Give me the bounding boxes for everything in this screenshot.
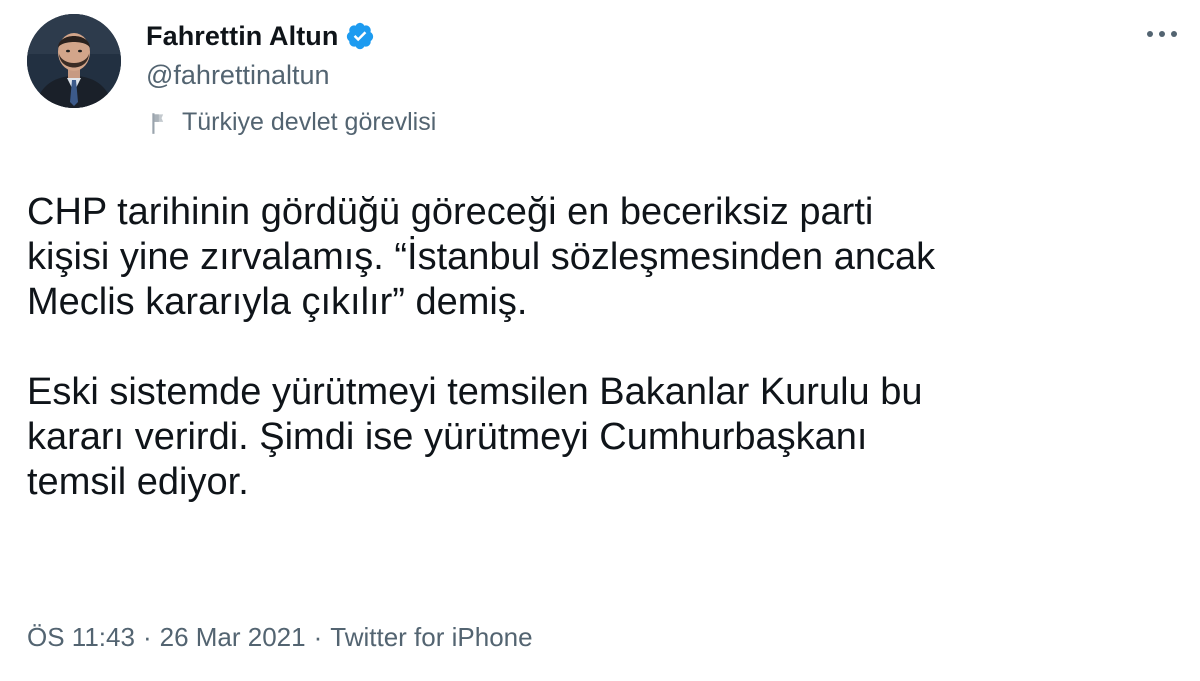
tweet-time[interactable]: ÖS 11:43: [27, 622, 135, 653]
tweet-source[interactable]: Twitter for iPhone: [330, 622, 532, 653]
tweet-paragraph-2: Eski sistemde yürütmeyi temsilen Bakanla…: [27, 371, 923, 503]
author-display-name[interactable]: Fahrettin Altun: [146, 21, 338, 52]
affiliation-label: Türkiye devlet görevlisi: [182, 108, 437, 136]
meta-separator: ·: [142, 622, 152, 652]
tweet-card: Fahrettin Altun @fahrettinaltun Türkiye …: [0, 0, 1200, 681]
avatar-image: [27, 14, 121, 108]
author-affiliation: Türkiye devlet görevlisi: [148, 108, 436, 137]
author-handle[interactable]: @fahrettinaltun: [146, 60, 330, 91]
tweet-text: CHP tarihinin gördüğü göreceği en beceri…: [27, 190, 1177, 505]
tweet-paragraph-spacer: [27, 326, 38, 368]
author-name-row: Fahrettin Altun: [146, 18, 375, 54]
avatar[interactable]: [27, 14, 121, 108]
tweet-meta: ÖS 11:43 · 26 Mar 2021 · Twitter for iPh…: [27, 622, 533, 653]
flag-icon: [148, 110, 174, 136]
tweet-date[interactable]: 26 Mar 2021: [160, 622, 306, 653]
verified-badge-icon: [345, 21, 375, 51]
tweet-paragraph-1: CHP tarihinin gördüğü göreceği en beceri…: [27, 191, 936, 323]
more-options-icon[interactable]: [1142, 22, 1182, 46]
meta-separator: ·: [313, 622, 323, 652]
